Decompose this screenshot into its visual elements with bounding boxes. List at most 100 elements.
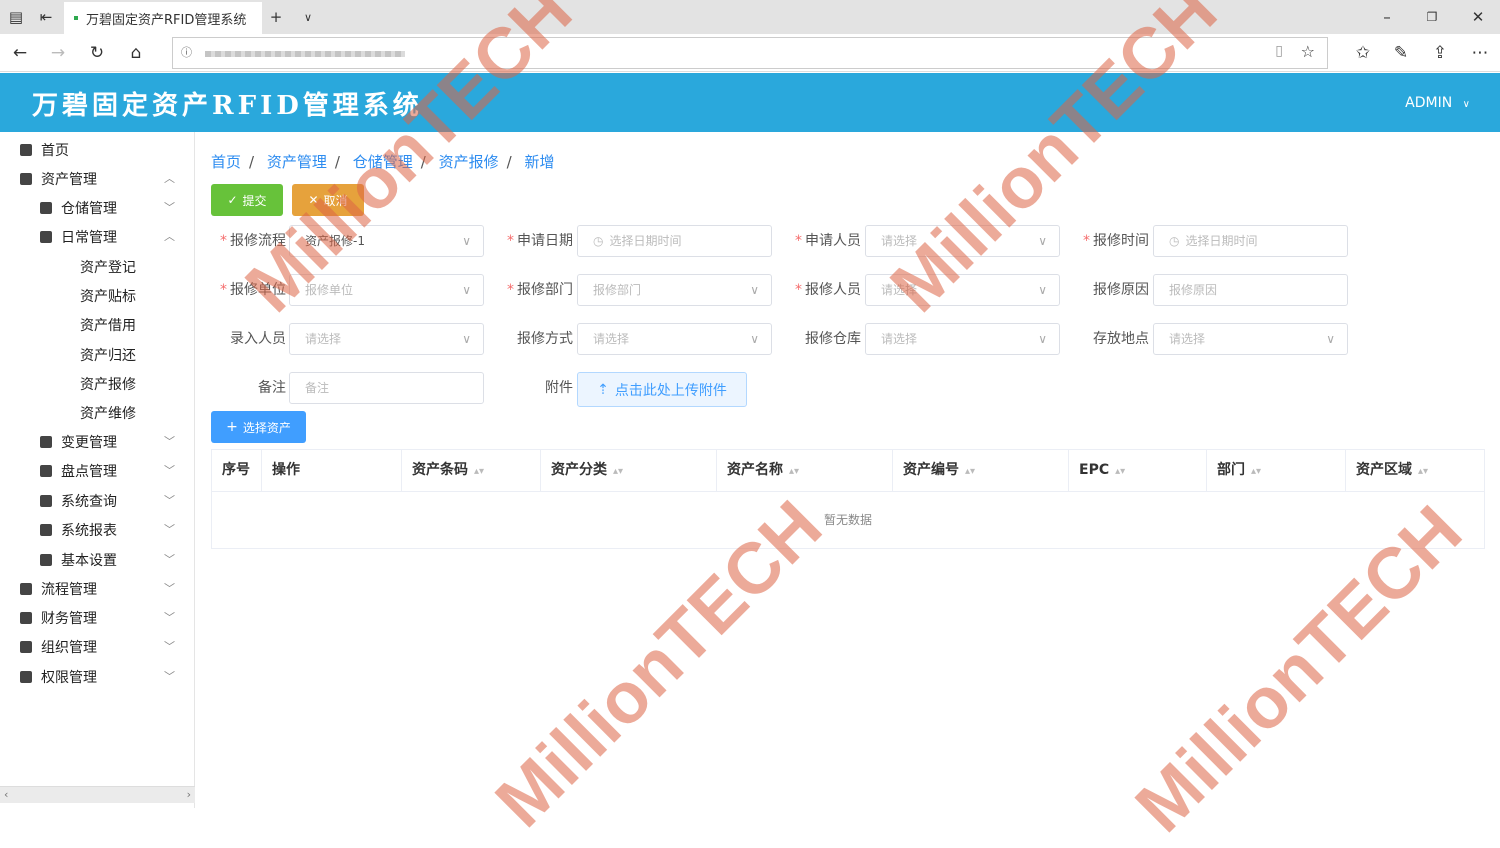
new-tab-icon[interactable]: + xyxy=(264,0,288,34)
favorite-star-icon[interactable]: ☆ xyxy=(1301,42,1315,61)
browser-tab[interactable]: 万碧固定资产RFID管理系统 xyxy=(64,2,262,34)
sidebar-item-daily[interactable]: 日常管理 ︿ xyxy=(0,222,195,251)
sidebar-item-finance[interactable]: 财务管理 ﹀ xyxy=(0,603,195,632)
chevron-down-icon: ﹀ xyxy=(164,201,175,214)
repair-warehouse-select[interactable]: 请选择 ∨ xyxy=(865,323,1060,355)
sort-icon[interactable]: ▴▾ xyxy=(613,466,623,477)
sidebar-item-home[interactable]: 首页 xyxy=(0,135,195,164)
breadcrumb-warehouse[interactable]: 仓储管理 xyxy=(353,153,413,171)
col-asset-category[interactable]: 资产分类 ▴▾ xyxy=(541,450,717,492)
share-icon[interactable]: ⇪ xyxy=(1420,34,1460,72)
entry-person-select[interactable]: 请选择 ∨ xyxy=(289,323,484,355)
site-info-icon[interactable]: ⓘ xyxy=(181,44,192,60)
minimize-icon[interactable]: – xyxy=(1375,0,1399,34)
applicant-label: * 申请人员 xyxy=(795,233,861,249)
sidebar-item-asset-maintenance[interactable]: 资产维修 xyxy=(0,398,195,427)
sort-icon[interactable]: ▴▾ xyxy=(1115,466,1125,477)
sidebar-item-label: 资产借用 xyxy=(80,317,136,334)
sort-icon[interactable]: ▴▾ xyxy=(1251,466,1261,477)
apply-date-picker[interactable]: ◷ 选择日期时间 xyxy=(577,225,772,257)
home-icon[interactable]: ⌂ xyxy=(116,34,156,72)
sidebar-horizontal-scrollbar[interactable]: ‹ › xyxy=(0,786,195,803)
repair-method-select[interactable]: 请选择 ∨ xyxy=(577,323,772,355)
sidebar-item-basic-settings[interactable]: 基本设置 ﹀ xyxy=(0,545,195,574)
chevron-down-icon: ﹀ xyxy=(164,640,175,653)
submit-label: 提交 xyxy=(242,193,267,208)
sidebar-item-query[interactable]: 系统查询 ﹀ xyxy=(0,486,195,515)
restore-icon[interactable]: ❐ xyxy=(1420,0,1444,34)
chevron-down-icon: ∨ xyxy=(462,332,471,346)
sidebar-item-organization[interactable]: 组织管理 ﹀ xyxy=(0,632,195,661)
sidebar-item-asset-label[interactable]: 资产贴标 xyxy=(0,281,195,310)
sidebar-item-permission[interactable]: 权限管理 ﹀ xyxy=(0,662,195,691)
browser-tab-title: 万碧固定资产RFID管理系统 xyxy=(86,12,247,28)
repair-reason-input[interactable]: 报修原因 xyxy=(1153,274,1348,306)
sidebar-item-label: 变更管理 xyxy=(61,434,117,451)
submit-button[interactable]: ✓ 提交 xyxy=(211,184,283,216)
col-asset-area[interactable]: 资产区域 ▴▾ xyxy=(1346,450,1484,492)
breadcrumb-repair[interactable]: 资产报修 xyxy=(439,153,499,171)
back-icon[interactable]: ← xyxy=(0,34,40,72)
chevron-down-icon: ∨ xyxy=(462,234,471,248)
scroll-left-icon[interactable]: ‹ xyxy=(4,788,8,801)
window-icon xyxy=(40,494,52,507)
upload-button[interactable]: ⇡ 点击此处上传附件 xyxy=(577,372,747,407)
col-asset-barcode[interactable]: 资产条码 ▴▾ xyxy=(402,450,541,492)
sidebar-item-warehouse[interactable]: 仓储管理 ﹀ xyxy=(0,193,195,222)
repair-unit-select[interactable]: 报修单位 ∨ xyxy=(289,274,484,306)
address-bar[interactable]: ⓘ ▯ ☆ xyxy=(172,37,1328,69)
breadcrumb-asset-management[interactable]: 资产管理 xyxy=(267,153,327,171)
remark-label: 备注 xyxy=(258,380,286,396)
chevron-down-icon: ﹀ xyxy=(164,582,175,595)
pen-icon[interactable]: ✎ xyxy=(1381,34,1421,72)
refresh-icon[interactable]: ↻ xyxy=(77,34,117,72)
storage-location-select[interactable]: 请选择 ∨ xyxy=(1153,323,1348,355)
sidebar-item-label: 系统查询 xyxy=(61,493,117,510)
sidebar-item-asset-borrow[interactable]: 资产借用 xyxy=(0,310,195,339)
cancel-button[interactable]: ✕ 取消 xyxy=(292,184,364,216)
repair-person-select[interactable]: 请选择 ∨ xyxy=(865,274,1060,306)
sidebar-item-inventory[interactable]: 盘点管理 ﹀ xyxy=(0,456,195,485)
sort-icon[interactable]: ▴▾ xyxy=(474,466,484,477)
tab-actions-icon[interactable]: ▤ xyxy=(4,0,28,34)
sidebar-item-asset-repair-report[interactable]: 资产报修 xyxy=(0,369,195,398)
forward-icon[interactable]: → xyxy=(38,34,78,72)
sort-icon[interactable]: ▴▾ xyxy=(789,466,799,477)
repair-reason-label: 报修原因 xyxy=(1093,282,1149,298)
repair-flow-select[interactable]: 资产报修-1 ∨ xyxy=(289,225,484,257)
repair-time-picker[interactable]: ◷ 选择日期时间 xyxy=(1153,225,1348,257)
tab-back-icon[interactable]: ⇤ xyxy=(34,0,58,34)
sidebar-item-asset-register[interactable]: 资产登记 xyxy=(0,252,195,281)
col-asset-name[interactable]: 资产名称 ▴▾ xyxy=(717,450,893,492)
more-icon[interactable]: ⋯ xyxy=(1460,34,1500,72)
sidebar-item-report[interactable]: 系统报表 ﹀ xyxy=(0,515,195,544)
sidebar-item-label: 基本设置 xyxy=(61,552,117,569)
repair-warehouse-label: 报修仓库 xyxy=(805,331,861,347)
reading-view-icon[interactable]: ▯ xyxy=(1275,43,1283,59)
sidebar-item-asset-management[interactable]: 资产管理 ︿ xyxy=(0,164,195,193)
user-name: ADMIN xyxy=(1405,95,1453,111)
col-department[interactable]: 部门 ▴▾ xyxy=(1207,450,1346,492)
chevron-down-icon: ∨ xyxy=(1038,332,1047,346)
sidebar-item-process[interactable]: 流程管理 ﹀ xyxy=(0,574,195,603)
scroll-right-icon[interactable]: › xyxy=(187,788,191,801)
box-icon xyxy=(40,464,52,477)
sort-icon[interactable]: ▴▾ xyxy=(1418,466,1428,477)
tab-list-icon[interactable]: ∨ xyxy=(296,0,320,34)
sidebar-item-change[interactable]: 变更管理 ﹀ xyxy=(0,427,195,456)
select-assets-button[interactable]: + 选择资产 xyxy=(211,411,306,443)
repair-dept-select[interactable]: 报修部门 ∨ xyxy=(577,274,772,306)
col-asset-number[interactable]: 资产编号 ▴▾ xyxy=(893,450,1069,492)
col-epc[interactable]: EPC ▴▾ xyxy=(1069,450,1207,492)
favorites-icon[interactable]: ✩ xyxy=(1343,34,1383,72)
repair-dept-label: * 报修部门 xyxy=(507,282,573,298)
sidebar-item-asset-return[interactable]: 资产归还 xyxy=(0,340,195,369)
applicant-select[interactable]: 请选择 ∨ xyxy=(865,225,1060,257)
close-icon[interactable]: ✕ xyxy=(1466,0,1490,34)
user-menu[interactable]: ADMIN ∨ xyxy=(1405,95,1470,111)
sort-icon[interactable]: ▴▾ xyxy=(965,466,975,477)
remark-input[interactable]: 备注 xyxy=(289,372,484,404)
breadcrumb-home[interactable]: 首页 xyxy=(211,153,241,171)
home-icon xyxy=(20,143,32,156)
app-header: 万碧固定资产RFID管理系统 ADMIN ∨ xyxy=(0,73,1500,132)
